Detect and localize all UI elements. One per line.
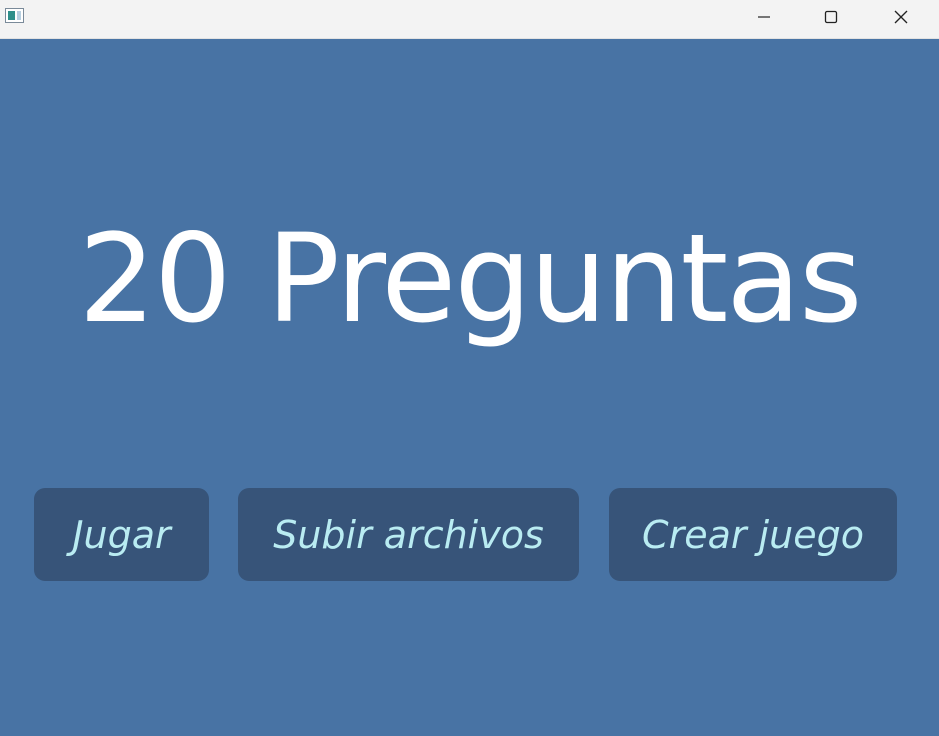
close-icon — [894, 10, 908, 24]
app-icon-left-pane — [8, 11, 15, 20]
game-title: 20 Preguntas — [78, 208, 862, 350]
minimize-icon — [758, 16, 770, 18]
upload-files-button[interactable]: Subir archivos — [238, 488, 579, 581]
maximize-icon — [824, 10, 838, 24]
title-bar[interactable] — [0, 0, 939, 39]
create-game-button[interactable]: Crear juego — [609, 488, 897, 581]
maximize-button[interactable] — [808, 0, 854, 34]
play-button[interactable]: Jugar — [34, 488, 209, 581]
close-button[interactable] — [878, 0, 924, 34]
app-window-icon — [5, 8, 24, 23]
app-window: 20 Preguntas Jugar Subir archivos Crear … — [0, 0, 939, 736]
minimize-button[interactable] — [741, 0, 787, 34]
app-icon-right-pane — [17, 11, 21, 20]
